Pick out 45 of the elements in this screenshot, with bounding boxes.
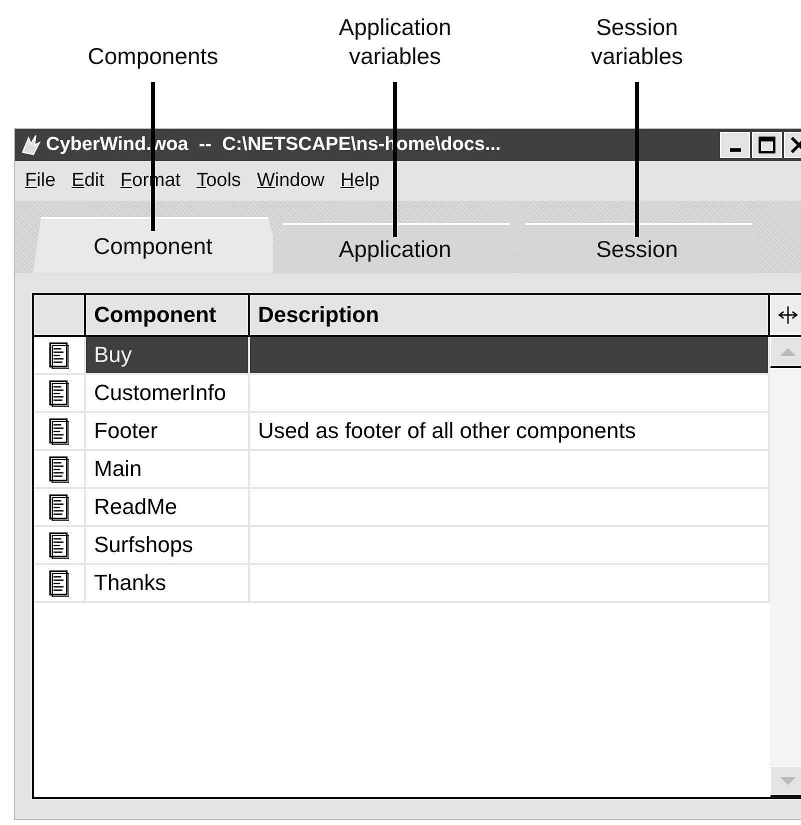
window-title: CyberWind.woa -- C:\NETSCAPE\ns-home\docs... — [46, 134, 502, 156]
menu-item[interactable]: Window — [256, 170, 325, 192]
up-arrow-icon — [780, 348, 796, 356]
column-header[interactable]: Component — [86, 295, 250, 335]
document-icon — [49, 494, 69, 520]
document-icon — [49, 570, 69, 596]
table-cell: Main — [94, 456, 142, 482]
document-icon — [49, 418, 69, 444]
document-icon — [49, 342, 69, 368]
maximize-button[interactable] — [752, 132, 782, 158]
tab[interactable]: Application — [275, 223, 515, 273]
callout-label: Application variables — [338, 13, 452, 71]
table-row[interactable]: CustomerInfo — [34, 375, 770, 413]
table-cell: Thanks — [94, 570, 166, 596]
document-icon — [49, 380, 69, 406]
table-row[interactable]: Main — [34, 451, 770, 489]
table-row[interactable]: Buy — [34, 337, 770, 375]
minimize-icon — [730, 148, 740, 152]
table-cell: Buy — [94, 342, 132, 368]
callout-label: Components — [86, 42, 220, 71]
document-icon — [49, 456, 69, 482]
down-arrow-icon — [780, 777, 796, 785]
document-icon — [49, 532, 69, 558]
menu-item[interactable]: Edit — [72, 170, 104, 192]
table-row[interactable]: Surfshops — [34, 527, 770, 565]
scroll-down-button[interactable] — [770, 766, 801, 797]
table-row[interactable]: Thanks — [34, 565, 770, 603]
scrollbar[interactable] — [770, 337, 801, 797]
table-cell: ReadMe — [94, 494, 178, 520]
callout-label: Session variables — [590, 13, 684, 71]
tab[interactable]: Session — [517, 223, 757, 273]
app-icon — [19, 133, 43, 157]
table-row[interactable]: ReadMe — [34, 489, 770, 527]
scroll-up-button[interactable] — [770, 337, 801, 368]
tab[interactable]: Component — [33, 217, 273, 273]
table-row[interactable]: Footer Used as footer of all other components — [34, 413, 770, 451]
table-cell: CustomerInfo — [94, 380, 226, 406]
table-cell: Footer — [94, 418, 158, 444]
table-cell: Surfshops — [94, 532, 194, 558]
table-cell: Used as footer of all other components — [258, 418, 636, 444]
minimize-button[interactable] — [720, 132, 750, 158]
menu-item[interactable]: Help — [340, 170, 380, 192]
menu-item[interactable]: File — [25, 170, 56, 192]
resize-columns-icon[interactable] — [770, 295, 801, 335]
menu-item[interactable]: Tools — [196, 170, 241, 192]
